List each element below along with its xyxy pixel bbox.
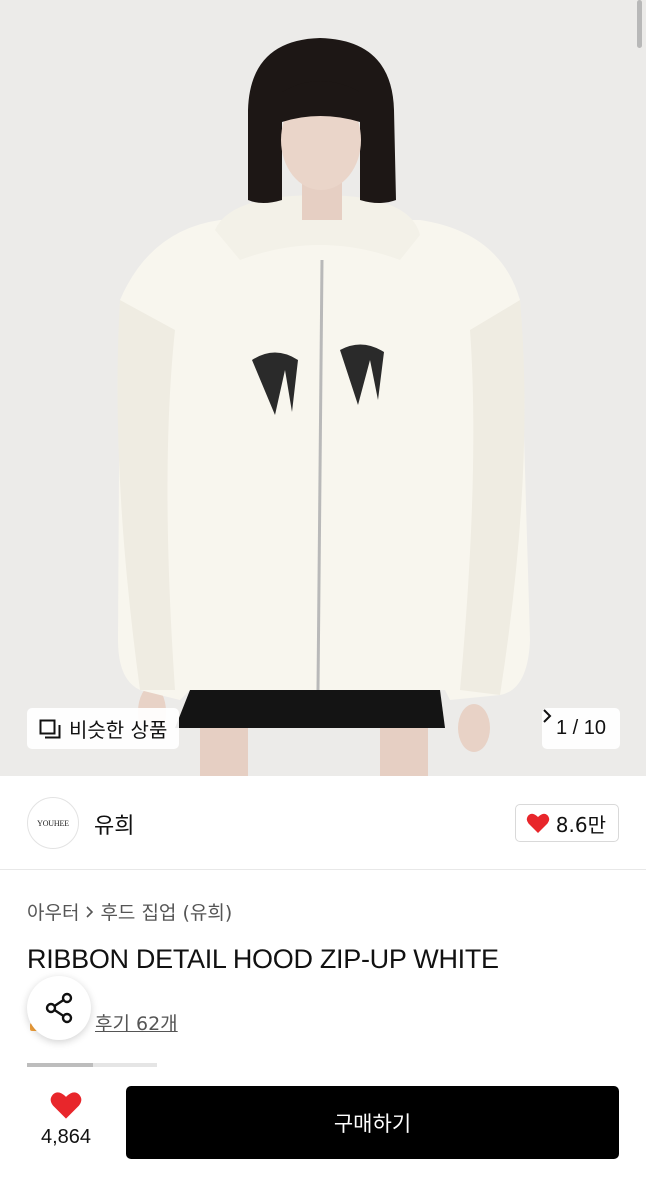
brand-logo[interactable]: YOUHEE	[27, 797, 79, 849]
brand-logo-text: YOUHEE	[37, 818, 69, 828]
brand-row: YOUHEE 유희 8.6만	[0, 776, 646, 870]
product-title: RIBBON DETAIL HOOD ZIP-UP WHITE	[27, 944, 499, 974]
buy-button[interactable]: 구매하기	[126, 1086, 619, 1159]
product-photo	[0, 0, 646, 776]
image-counter[interactable]: 1 / 10	[541, 708, 620, 749]
product-image-gallery[interactable]: 비슷한 상품 1 / 10	[0, 0, 646, 776]
share-icon	[45, 992, 73, 1024]
image-counter-text: 1 / 10	[555, 717, 606, 739]
heart-icon	[526, 813, 550, 833]
wishlist-button[interactable]: 4,864	[30, 1090, 102, 1149]
similar-products-icon	[39, 719, 61, 739]
tab-indicator	[27, 1063, 157, 1067]
brand-like-button[interactable]: 8.6만	[514, 804, 619, 842]
brand-like-count: 8.6만	[555, 812, 606, 837]
tab-indicator-active	[27, 1063, 93, 1067]
similar-products-label: 비슷한 상품	[69, 718, 168, 742]
breadcrumb-subcategory[interactable]: 후드 집업 (유희)	[100, 898, 232, 925]
chevron-right-icon	[543, 709, 552, 723]
review-count-link[interactable]: 후기 62개	[95, 1009, 178, 1036]
heart-icon	[50, 1092, 82, 1119]
bottom-purchase-bar: 4,864 구매하기	[0, 1068, 646, 1200]
wishlist-count: 4,864	[40, 1126, 92, 1148]
breadcrumb: 아우터 후드 집업 (유희)	[27, 898, 232, 925]
chevron-right-icon	[86, 905, 94, 918]
breadcrumb-category[interactable]: 아우터	[27, 898, 79, 925]
similar-products-button[interactable]: 비슷한 상품	[27, 708, 180, 749]
share-button[interactable]	[27, 976, 91, 1040]
brand-name[interactable]: 유희	[94, 808, 134, 840]
scrollbar-thumb[interactable]	[637, 0, 642, 48]
